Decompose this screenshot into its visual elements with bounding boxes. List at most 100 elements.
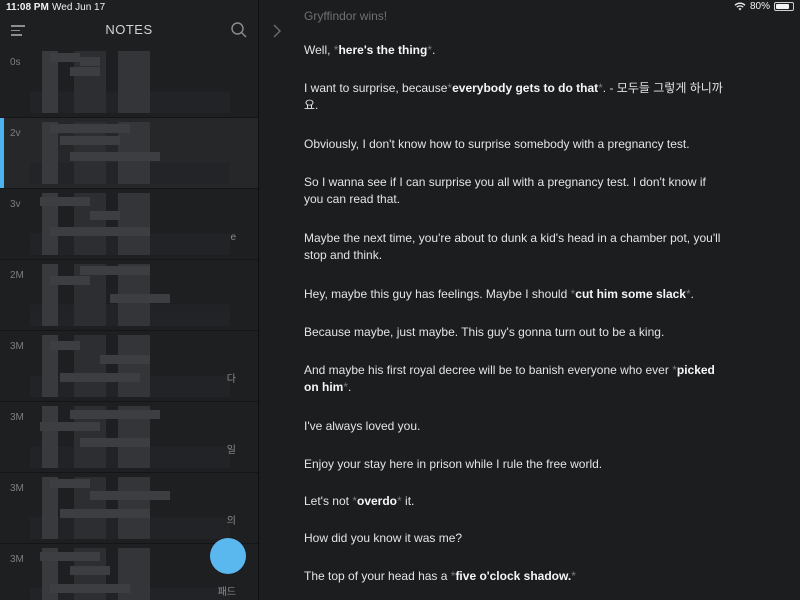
note-list-item[interactable]: 2M [0, 260, 258, 331]
note-preview-tail: e [230, 232, 236, 243]
plain-text: it. [401, 494, 415, 508]
plain-text: . [432, 43, 436, 57]
markdown-asterisk: * [571, 569, 576, 583]
redaction-block [50, 584, 130, 593]
bold-text: five o'clock shadow. [455, 569, 572, 583]
redaction-block [40, 422, 100, 431]
battery-fill [776, 4, 789, 9]
plain-text: And maybe his first royal decree will be… [304, 363, 673, 377]
note-paragraph: I want to surprise, because*everybody ge… [304, 80, 724, 114]
note-list-item[interactable]: 2v [0, 118, 258, 189]
note-paragraph: Well, *here's the thing*. [304, 42, 724, 59]
plain-text: I want to surprise, because [304, 81, 448, 95]
plain-text: How did you know it was me? [304, 531, 463, 545]
new-note-button[interactable] [210, 538, 246, 574]
note-paragraph: Obviously, I don't know how to surprise … [304, 136, 724, 153]
notes-sidebar: NOTES 0s 2v 3v e 2M 3M 다 3M 일 3M 의 3M 패드 [0, 0, 259, 600]
note-timestamp: 2v [10, 128, 21, 139]
redacted-preview [30, 122, 230, 184]
redacted-preview [30, 548, 230, 600]
redaction-block [70, 566, 110, 575]
wifi-icon [734, 2, 746, 11]
redaction-block [50, 276, 90, 285]
plain-text: Well, [304, 43, 334, 57]
note-paragraph: Enjoy your stay here in prison while I r… [304, 456, 724, 473]
redacted-preview [30, 51, 230, 113]
note-paragraph: Because maybe, just maybe. This guy's go… [304, 324, 724, 341]
redaction-block [70, 67, 100, 76]
chevron-right-icon[interactable] [271, 24, 283, 38]
bold-text: here's the thing [338, 43, 428, 57]
redaction-block [50, 124, 130, 133]
search-icon[interactable] [230, 21, 248, 39]
note-timestamp: 3v [10, 199, 21, 210]
note-paragraph: And maybe his first royal decree will be… [304, 362, 724, 396]
redaction-block [100, 355, 150, 364]
sidebar-title: NOTES [105, 22, 153, 37]
redaction-block [110, 294, 170, 303]
redaction-block [50, 479, 90, 488]
redacted-preview [30, 193, 230, 255]
redaction-block [50, 341, 80, 350]
redaction-block [60, 136, 120, 145]
note-preview-tail: 일 [226, 445, 236, 456]
plain-text: Obviously, I don't know how to surprise … [304, 137, 690, 151]
note-paragraph: Maybe the next time, you're about to dun… [304, 230, 724, 264]
redaction-block [50, 53, 80, 62]
plain-text: Maybe the next time, you're about to dun… [304, 231, 721, 262]
battery-icon [774, 2, 794, 11]
note-timestamp: 3M [10, 483, 24, 494]
note-list-item[interactable]: 3M 의 [0, 473, 258, 544]
status-right: 80% [734, 1, 794, 12]
sidebar-header: NOTES [0, 16, 258, 46]
note-list-item[interactable]: 0s [0, 47, 258, 118]
note-list-item[interactable]: 3M 다 [0, 331, 258, 402]
plain-text: Because maybe, just maybe. This guy's go… [304, 325, 665, 339]
note-list-item[interactable]: 3M 일 [0, 402, 258, 473]
bold-text: everybody gets to do that [452, 81, 599, 95]
note-paragraph: So I wanna see if I can surprise you all… [304, 174, 724, 208]
status-bar: 11:08 PM Wed Jun 17 80% [0, 0, 800, 16]
redacted-preview [30, 406, 230, 468]
redaction-block [40, 197, 90, 206]
redacted-preview [30, 335, 230, 397]
note-preview-tail: 다 [226, 374, 236, 385]
note-timestamp: 3M [10, 554, 24, 565]
redaction-block [50, 227, 150, 236]
redaction-block [60, 373, 140, 382]
plain-text: So I wanna see if I can surprise you all… [304, 175, 706, 206]
note-timestamp: 2M [10, 270, 24, 281]
note-paragraph: How did you know it was me? [304, 530, 724, 547]
redaction-block [40, 552, 100, 561]
bold-text: cut him some slack [575, 287, 686, 301]
status-date: Wed Jun 17 [52, 2, 106, 13]
plain-text: I've always loved you. [304, 419, 421, 433]
redaction-block [80, 266, 150, 275]
note-paragraph: I've always loved you. [304, 418, 724, 435]
plain-text: . [690, 287, 694, 301]
note-paragraph: The top of your head has a *five o'clock… [304, 568, 724, 585]
note-paragraph: Hey, maybe this guy has feelings. Maybe … [304, 286, 724, 303]
redacted-preview [30, 477, 230, 539]
redaction-block [70, 410, 160, 419]
plain-text: . [348, 380, 352, 394]
plain-text: Let's not [304, 494, 353, 508]
plain-text: The top of your head has a [304, 569, 451, 583]
status-time: 11:08 PM [6, 2, 49, 13]
redaction-block [80, 438, 150, 447]
redaction-block [60, 509, 150, 518]
redacted-preview [30, 264, 230, 326]
note-timestamp: 3M [10, 412, 24, 423]
battery-percent: 80% [749, 1, 770, 12]
redaction-block [80, 57, 100, 66]
note-paragraph: Let's not *overdo* it. [304, 493, 724, 510]
note-timestamp: 0s [10, 57, 21, 68]
plain-text: Enjoy your stay here in prison while I r… [304, 457, 603, 471]
redaction-block [70, 152, 160, 161]
note-list-item[interactable]: 3v e [0, 189, 258, 260]
note-preview-tail: 패드 [217, 587, 236, 598]
redaction-block [90, 491, 170, 500]
plain-text: Hey, maybe this guy has feelings. Maybe … [304, 287, 571, 301]
redaction-block [90, 211, 120, 220]
note-timestamp: 3M [10, 341, 24, 352]
